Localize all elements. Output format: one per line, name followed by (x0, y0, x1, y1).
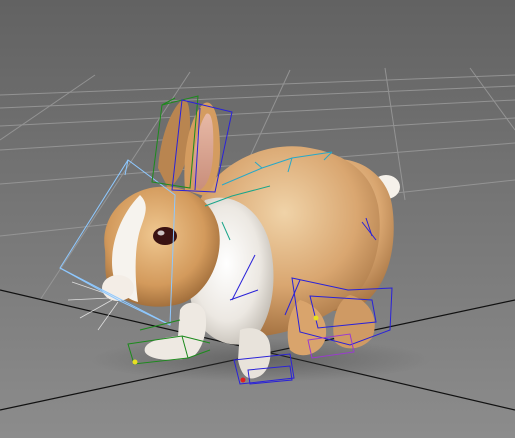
rabbit-muzzle (102, 275, 134, 301)
joint-marker (313, 315, 319, 321)
viewport-canvas[interactable] (0, 0, 515, 438)
rabbit-eye-highlight (157, 230, 165, 236)
joint-marker (132, 359, 138, 365)
3d-viewport[interactable] (0, 0, 515, 438)
joint-marker (240, 377, 246, 383)
